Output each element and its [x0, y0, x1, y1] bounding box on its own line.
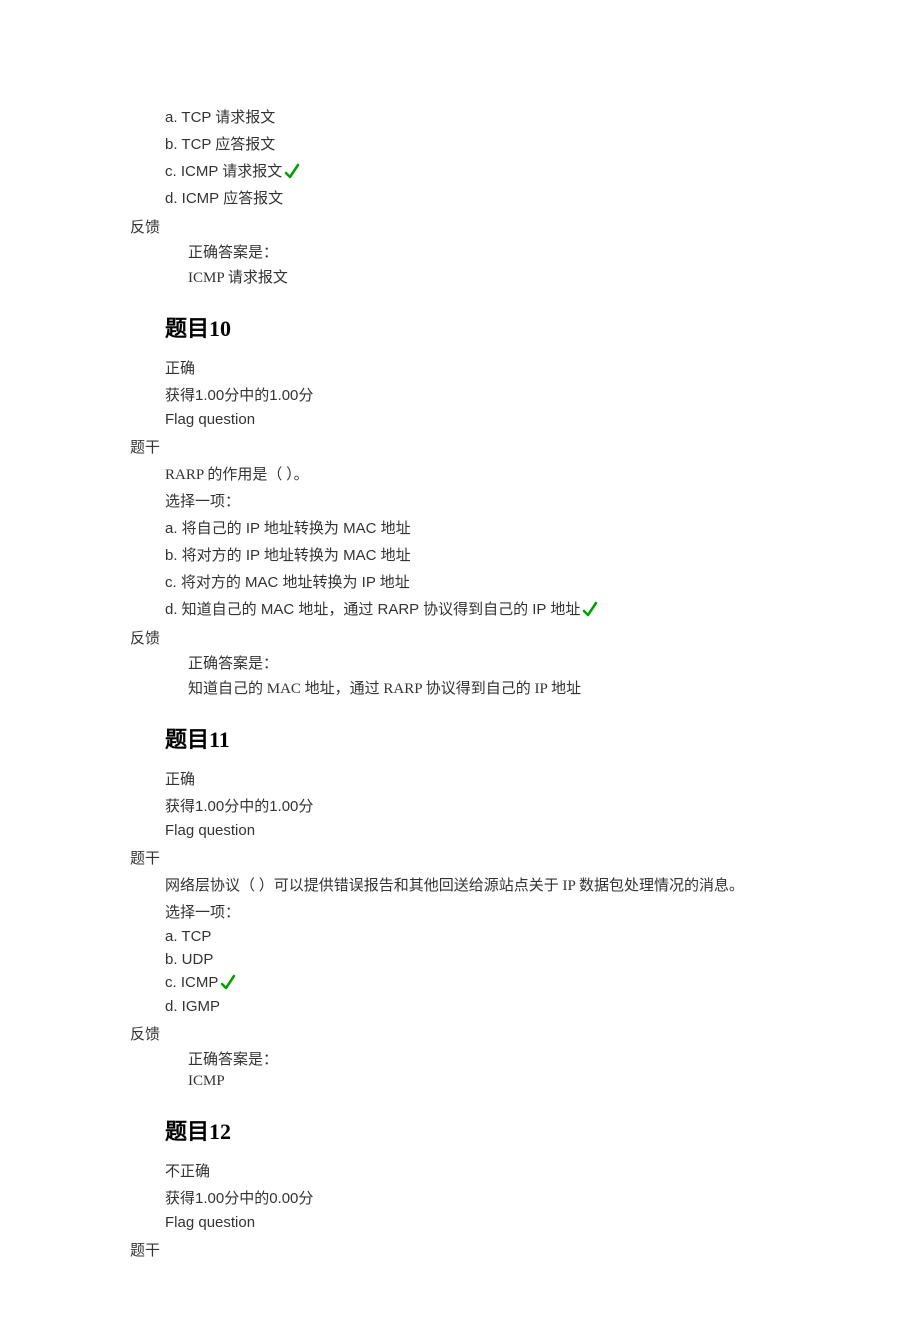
answer-block: 正确答案是： ICMP [188, 1048, 790, 1090]
question-title-11: 题目11 [165, 722, 790, 754]
question-meta: 正确 获得1.00分中的1.00分 Flag question [165, 357, 790, 428]
option-text: b. UDP [165, 951, 213, 968]
correct-answer-text: 知道自己的 MAC 地址，通过 RARP 协议得到自己的 IP 地址 [188, 677, 790, 698]
stem-heading: 题干 [130, 847, 790, 868]
question-title-12: 题目12 [165, 1114, 790, 1146]
score-text: 获得1.00分中的0.00分 [165, 1187, 790, 1208]
question-title-10: 题目10 [165, 311, 790, 343]
option-text: d. IGMP [165, 998, 220, 1015]
option-d[interactable]: d. ICMP 应答报文 [165, 187, 790, 208]
flag-question-link[interactable]: Flag question [165, 1214, 790, 1231]
score-text: 获得1.00分中的1.00分 [165, 384, 790, 405]
option-a[interactable]: a. TCP 请求报文 [165, 106, 790, 127]
correct-answer-text: ICMP [188, 1073, 790, 1090]
option-b[interactable]: b. TCP 应答报文 [165, 133, 790, 154]
feedback-heading: 反馈 [130, 216, 790, 237]
option-text: c. ICMP [165, 974, 218, 991]
option-b[interactable]: b. 将对方的 IP 地址转换为 MAC 地址 [165, 544, 790, 565]
option-text: a. TCP 请求报文 [165, 109, 275, 126]
option-text: a. TCP [165, 928, 211, 945]
option-d[interactable]: d. 知道自己的 MAC 地址，通过 RARP 协议得到自己的 IP 地址 [165, 598, 790, 619]
document-page: a. TCP 请求报文 b. TCP 应答报文 c. ICMP 请求报文 d. … [0, 0, 920, 1324]
score-text: 获得1.00分中的1.00分 [165, 795, 790, 816]
question-meta: 正确 获得1.00分中的1.00分 Flag question [165, 768, 790, 839]
correct-answer-label: 正确答案是： [188, 1048, 790, 1069]
correct-check-icon [284, 163, 300, 181]
option-text: d. ICMP 应答报文 [165, 190, 283, 207]
option-text: b. TCP 应答报文 [165, 136, 275, 153]
option-list: a. TCP 请求报文 b. TCP 应答报文 c. ICMP 请求报文 d. … [165, 106, 790, 208]
correct-check-icon [582, 601, 598, 619]
option-a[interactable]: a. TCP [165, 928, 790, 945]
stem-heading: 题干 [130, 436, 790, 457]
option-c[interactable]: c. 将对方的 MAC 地址转换为 IP 地址 [165, 571, 790, 592]
option-c[interactable]: c. ICMP [165, 974, 790, 992]
flag-question-link[interactable]: Flag question [165, 411, 790, 428]
option-c[interactable]: c. ICMP 请求报文 [165, 160, 790, 181]
status-text: 正确 [165, 768, 790, 789]
option-b[interactable]: b. UDP [165, 951, 790, 968]
option-d[interactable]: d. IGMP [165, 998, 790, 1015]
option-text: d. 知道自己的 MAC 地址，通过 RARP 协议得到自己的 IP 地址 [165, 601, 580, 618]
stem-text: RARP 的作用是（ ）。 [165, 463, 790, 484]
correct-answer-text: ICMP 请求报文 [188, 266, 790, 287]
stem-block: 网络层协议（ ）可以提供错误报告和其他回送给源站点关于 IP 数据包处理情况的消… [165, 874, 790, 1015]
feedback-heading: 反馈 [130, 1023, 790, 1044]
option-text: b. 将对方的 IP 地址转换为 MAC 地址 [165, 547, 411, 564]
correct-check-icon [220, 974, 236, 992]
feedback-heading: 反馈 [130, 627, 790, 648]
flag-question-link[interactable]: Flag question [165, 822, 790, 839]
answer-block: 正确答案是： ICMP 请求报文 [188, 241, 790, 287]
correct-answer-label: 正确答案是： [188, 241, 790, 262]
stem-heading: 题干 [130, 1239, 790, 1260]
stem-block: RARP 的作用是（ ）。 选择一项： a. 将自己的 IP 地址转换为 MAC… [165, 463, 790, 619]
stem-text: 网络层协议（ ）可以提供错误报告和其他回送给源站点关于 IP 数据包处理情况的消… [165, 874, 790, 895]
question-meta: 不正确 获得1.00分中的0.00分 Flag question [165, 1160, 790, 1231]
option-text: a. 将自己的 IP 地址转换为 MAC 地址 [165, 520, 411, 537]
correct-answer-label: 正确答案是： [188, 652, 790, 673]
option-text: c. 将对方的 MAC 地址转换为 IP 地址 [165, 574, 410, 591]
status-text: 不正确 [165, 1160, 790, 1181]
select-one-prompt: 选择一项： [165, 490, 790, 511]
status-text: 正确 [165, 357, 790, 378]
answer-block: 正确答案是： 知道自己的 MAC 地址，通过 RARP 协议得到自己的 IP 地… [188, 652, 790, 698]
select-one-prompt: 选择一项： [165, 901, 790, 922]
option-a[interactable]: a. 将自己的 IP 地址转换为 MAC 地址 [165, 517, 790, 538]
option-text: c. ICMP 请求报文 [165, 163, 282, 180]
